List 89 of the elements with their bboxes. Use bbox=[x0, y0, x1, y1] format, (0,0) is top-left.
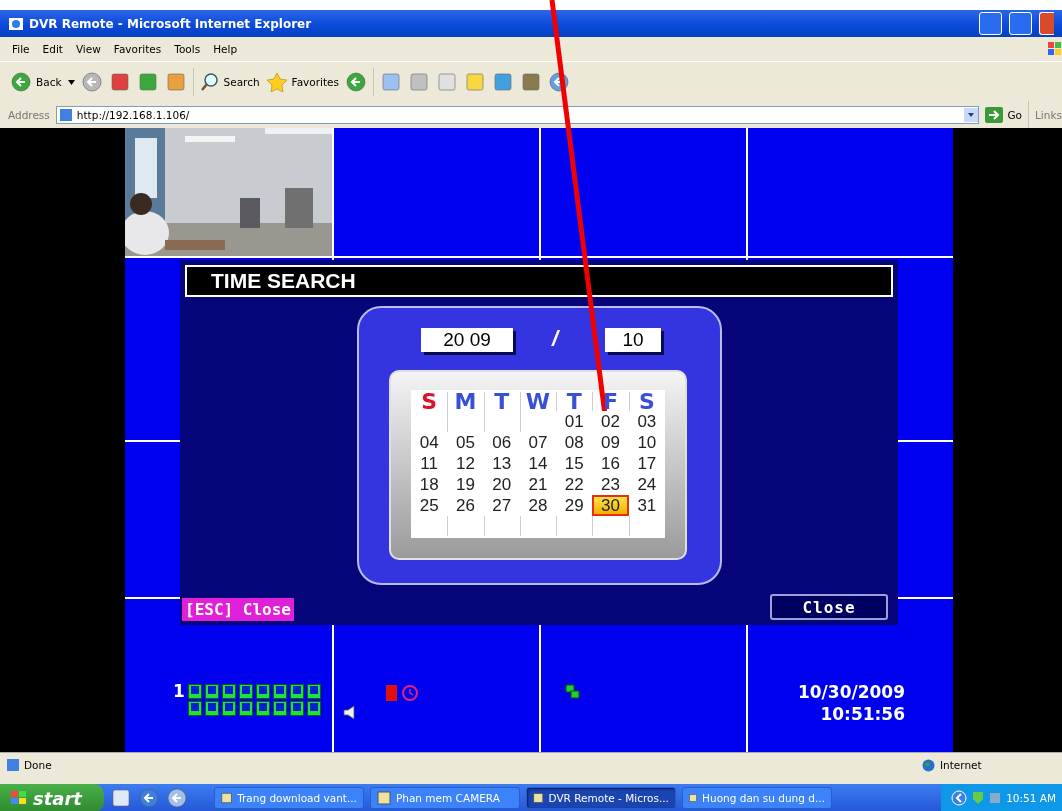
window-title: DVR Remote - Microsoft Internet Explorer bbox=[29, 16, 313, 31]
channel-icon bbox=[306, 701, 321, 716]
menu-item[interactable]: Tools bbox=[168, 43, 208, 55]
maximize-button[interactable] bbox=[1009, 12, 1032, 35]
calendar-day[interactable]: 30 bbox=[592, 495, 629, 516]
favorites-button[interactable]: Favorites bbox=[265, 72, 339, 92]
weekday-label: M bbox=[453, 390, 478, 414]
window-icon bbox=[688, 791, 698, 805]
windows-flag-icon bbox=[1046, 40, 1062, 58]
channel-icon bbox=[272, 701, 287, 716]
window-icon bbox=[220, 791, 233, 805]
history-icon[interactable] bbox=[345, 71, 367, 93]
month-field[interactable]: 10 bbox=[605, 328, 661, 352]
network-icon bbox=[565, 684, 581, 700]
menu-item[interactable]: Help bbox=[207, 43, 245, 55]
windows-flag-icon bbox=[10, 790, 28, 806]
quick-launch-icon[interactable] bbox=[109, 787, 132, 809]
taskbar-button[interactable]: Huong dan su dung d... bbox=[681, 787, 832, 809]
print-icon[interactable] bbox=[408, 71, 430, 93]
date-separator: / bbox=[552, 326, 559, 352]
back-button[interactable]: Back bbox=[10, 71, 62, 93]
ie-logo-icon bbox=[8, 15, 24, 32]
back-icon[interactable] bbox=[10, 71, 32, 93]
esc-hint: [ESC] Close bbox=[182, 598, 294, 621]
chevron-icon[interactable] bbox=[951, 790, 968, 806]
stop-icon[interactable] bbox=[108, 71, 131, 93]
status-text: Done bbox=[24, 759, 52, 771]
star-icon bbox=[265, 72, 288, 92]
quick-launch-icon[interactable] bbox=[165, 787, 188, 809]
weekday-label: T bbox=[493, 390, 511, 414]
weekday-label: W bbox=[524, 390, 552, 414]
menu-item[interactable]: Edit bbox=[36, 43, 70, 55]
dialog-title: TIME SEARCH bbox=[185, 265, 893, 297]
search-icon bbox=[199, 72, 220, 92]
address-field[interactable]: http://192.168.1.106/ bbox=[55, 106, 980, 124]
taskbar-button[interactable]: Phan mem CAMERA bbox=[369, 787, 520, 809]
channel-icon bbox=[238, 701, 253, 716]
window-icon bbox=[376, 791, 391, 805]
channel-icon bbox=[289, 701, 304, 716]
channel-icon bbox=[255, 701, 270, 716]
osd-time: 10:51:56 bbox=[820, 703, 905, 725]
mail-icon[interactable] bbox=[380, 71, 402, 93]
globe-icon bbox=[922, 758, 935, 772]
clock: 10:51 AM bbox=[1006, 792, 1056, 804]
year-field[interactable]: 20 09 bbox=[421, 328, 513, 352]
close-button[interactable] bbox=[1039, 12, 1054, 35]
channel-icon bbox=[187, 684, 202, 699]
go-button[interactable]: Go bbox=[985, 107, 1022, 123]
dropdown-icon[interactable] bbox=[964, 108, 979, 122]
channel-icon bbox=[272, 684, 287, 699]
messenger-icon[interactable] bbox=[492, 71, 514, 93]
refresh-icon[interactable] bbox=[136, 71, 159, 93]
forward-icon[interactable] bbox=[80, 71, 103, 93]
channel-icon bbox=[221, 684, 236, 699]
channel-icon bbox=[289, 684, 304, 699]
research-icon[interactable] bbox=[520, 71, 542, 93]
search-button[interactable]: Search bbox=[199, 72, 260, 92]
page-icon bbox=[6, 758, 20, 772]
menu-item[interactable]: Favorites bbox=[107, 43, 169, 55]
channel-icon bbox=[204, 701, 219, 716]
menu-item[interactable]: View bbox=[69, 43, 108, 55]
menu-item[interactable]: File bbox=[6, 43, 37, 55]
caret-icon[interactable] bbox=[67, 79, 75, 85]
channel-icon bbox=[238, 684, 253, 699]
weekday-label: S bbox=[637, 390, 656, 414]
channel-icon bbox=[187, 701, 202, 716]
start-button[interactable]: start bbox=[0, 784, 104, 811]
taskbar-button[interactable]: DVR Remote - Micros... bbox=[525, 787, 676, 809]
zone-text: Internet bbox=[940, 759, 982, 771]
page-icon bbox=[58, 108, 73, 122]
weekday-label: S bbox=[420, 390, 439, 414]
channel-icon bbox=[221, 701, 236, 716]
home-icon[interactable] bbox=[164, 71, 187, 93]
window-icon bbox=[532, 791, 544, 805]
links-button[interactable]: Links bbox=[1035, 109, 1062, 121]
record-clock-icon bbox=[385, 684, 421, 702]
channel-icon bbox=[255, 684, 270, 699]
quick-launch-icon[interactable] bbox=[137, 787, 160, 809]
address-label: Address bbox=[8, 109, 50, 121]
weekday-label: F bbox=[602, 390, 620, 414]
speaker-icon bbox=[343, 705, 356, 720]
channel-number: 1 bbox=[173, 684, 185, 699]
channel-icon bbox=[204, 684, 219, 699]
close-button[interactable]: Close bbox=[770, 594, 888, 620]
weekday-label: T bbox=[565, 390, 583, 414]
minimize-button[interactable] bbox=[979, 12, 1002, 35]
channel-icon bbox=[306, 684, 321, 699]
taskbar-button[interactable]: Trang download vant... bbox=[213, 787, 364, 809]
osd-date: 10/30/2009 bbox=[797, 681, 905, 703]
